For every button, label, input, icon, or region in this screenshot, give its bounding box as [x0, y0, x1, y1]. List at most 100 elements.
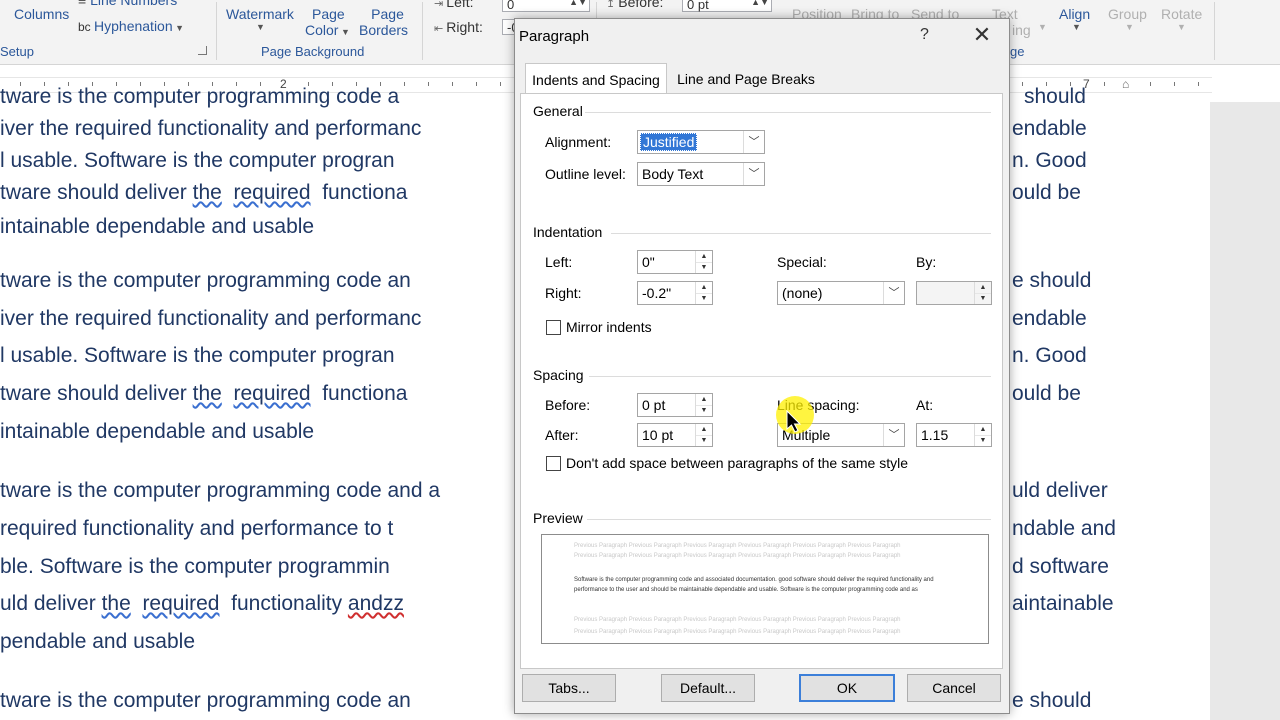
- spacing-before-label: Before:: [545, 397, 591, 413]
- cancel-button[interactable]: Cancel: [907, 674, 1001, 702]
- document-line: required functionality and performance t…: [0, 517, 394, 540]
- page-color-label-1: Page: [312, 6, 345, 22]
- page-color-button[interactable]: Page Color ▼: [305, 6, 350, 38]
- preview-following-paragraph: Previous Paragraph Previous Paragraph Pr…: [574, 629, 901, 635]
- ok-button[interactable]: OK: [799, 674, 895, 702]
- spin-down-icon[interactable]: ▼: [696, 435, 712, 446]
- arrange-group-label: ge: [1010, 44, 1025, 59]
- ruler-tick: [476, 82, 477, 86]
- page-borders-button[interactable]: Page Borders: [359, 6, 408, 38]
- spinner-buttons[interactable]: ▲ ▼: [974, 282, 991, 304]
- document-line-end: ould be: [1012, 382, 1081, 405]
- preview-sample-text: Software is the computer programming cod…: [574, 577, 934, 593]
- page-setup-launcher[interactable]: [198, 46, 207, 55]
- section-divider: [585, 112, 991, 113]
- document-line: ble. Software is the computer programmin: [0, 555, 390, 578]
- spinner-buttons[interactable]: ▲ ▼: [974, 424, 991, 446]
- ruler-tick: [1150, 82, 1151, 86]
- indentation-section-label: Indentation: [533, 224, 603, 240]
- columns-button[interactable]: Columns: [14, 6, 69, 22]
- document-line-end: endable: [1012, 307, 1087, 330]
- spinner-buttons[interactable]: ▲ ▼: [695, 424, 712, 446]
- spinner-buttons[interactable]: ▲ ▼: [695, 282, 712, 304]
- spinner-buttons[interactable]: ▲ ▼: [695, 251, 712, 273]
- align-button[interactable]: Align: [1059, 6, 1090, 22]
- ruler-tick: [428, 82, 429, 86]
- special-select[interactable]: (none) ﹀: [777, 281, 905, 305]
- watermark-button[interactable]: Watermark: [226, 6, 294, 22]
- indent-left-ribbon-input[interactable]: 0 ▲▼: [502, 0, 590, 12]
- alignment-label: Alignment:: [545, 134, 612, 150]
- document-line: l usable. Software is the computer progr…: [0, 149, 395, 172]
- document-line: uld deliver the required functionality a…: [0, 592, 404, 615]
- chevron-down-icon: ▼: [338, 27, 350, 37]
- spin-down-icon[interactable]: ▼: [975, 293, 991, 304]
- spacing-after-input[interactable]: 10 pt ▲ ▼: [637, 423, 713, 447]
- indent-left-value: 0": [642, 254, 655, 270]
- spin-down-icon[interactable]: ▼: [696, 405, 712, 416]
- outline-level-select[interactable]: Body Text ﹀: [637, 162, 765, 186]
- group-button[interactable]: Group: [1108, 6, 1147, 22]
- tab-indents-and-spacing[interactable]: Indents and Spacing: [525, 63, 667, 95]
- indent-right-input[interactable]: -0.2" ▲ ▼: [637, 281, 713, 305]
- hyphenation-label: Hyphenation: [94, 18, 173, 34]
- spinner-buttons[interactable]: ▲ ▼: [695, 394, 712, 416]
- mirror-indents-label[interactable]: Mirror indents: [566, 319, 652, 335]
- close-icon[interactable]: ✕: [967, 22, 997, 48]
- ruler-tick: [452, 82, 453, 86]
- spacing-after-value: 10 pt: [642, 427, 674, 443]
- paragraph-dialog: Paragraph ? ✕ Indents and Spacing Line a…: [514, 18, 1010, 714]
- chevron-down-icon: ▼: [1125, 22, 1134, 32]
- document-line-end: endable: [1012, 117, 1087, 140]
- document-line-end: should: [1024, 85, 1086, 108]
- tab-line-and-page-breaks[interactable]: Line and Page Breaks: [671, 63, 821, 93]
- paragraph-preview: Previous Paragraph Previous Paragraph Pr…: [541, 534, 989, 644]
- alignment-value: Justified: [640, 133, 698, 151]
- document-line-end: ndable and: [1012, 517, 1116, 540]
- page-setup-group-label: Setup: [0, 44, 34, 59]
- at-label: At:: [916, 397, 934, 413]
- spacing-after-label: After:: [545, 427, 579, 443]
- document-line: tware should deliver the required functi…: [0, 382, 408, 405]
- section-divider: [589, 376, 991, 377]
- spin-down-icon[interactable]: ▼: [975, 435, 991, 446]
- outline-level-label: Outline level:: [545, 166, 626, 182]
- rotate-button[interactable]: Rotate: [1161, 6, 1202, 22]
- preview-following-paragraph: Previous Paragraph Previous Paragraph Pr…: [574, 617, 901, 623]
- at-input[interactable]: 1.15 ▲ ▼: [916, 423, 992, 447]
- indent-left-input[interactable]: 0" ▲ ▼: [637, 250, 713, 274]
- page-borders-label-1: Page: [371, 6, 404, 22]
- watermark-dropdown-icon: ▼: [256, 22, 265, 32]
- section-divider: [611, 233, 991, 234]
- spacing-before-ribbon-input[interactable]: 0 pt ▲▼: [682, 0, 772, 12]
- set-as-default-button[interactable]: Default...: [661, 674, 755, 702]
- spin-icon: ▲▼: [751, 0, 769, 7]
- hyphenation-button[interactable]: bc Hyphenation ▼: [78, 18, 184, 34]
- alignment-select[interactable]: Justified ﹀: [637, 130, 765, 154]
- right-indent-marker-icon[interactable]: ⌂: [1122, 77, 1129, 91]
- indent-right-value: -0.2": [642, 285, 672, 301]
- at-value: 1.15: [921, 427, 949, 443]
- page-color-label-2: Color: [305, 22, 339, 38]
- document-line-end: n. Good: [1012, 344, 1087, 367]
- preview-section-label: Preview: [533, 510, 583, 526]
- line-numbers-button[interactable]: ≡ Line Numbers: [78, 0, 177, 8]
- document-line: tware should deliver the required functi…: [0, 181, 408, 204]
- ruler-tick: [1022, 82, 1023, 86]
- chevron-down-icon: ﹀: [883, 282, 904, 304]
- dont-add-space-checkbox[interactable]: [546, 456, 561, 471]
- by-input[interactable]: ▲ ▼: [916, 281, 992, 305]
- spacing-before-input[interactable]: 0 pt ▲ ▼: [637, 393, 713, 417]
- spin-down-icon[interactable]: ▼: [696, 262, 712, 273]
- spin-down-icon[interactable]: ▼: [696, 293, 712, 304]
- dont-add-space-label[interactable]: Don't add space between paragraphs of th…: [566, 455, 908, 471]
- special-value: (none): [782, 285, 823, 301]
- chevron-down-icon: ▼: [1177, 22, 1186, 32]
- hyphenation-icon: bc: [78, 20, 95, 34]
- document-line: l usable. Software is the computer progr…: [0, 344, 395, 367]
- help-button[interactable]: ?: [920, 26, 929, 44]
- mirror-indents-checkbox[interactable]: [546, 320, 561, 335]
- indent-right-label: ⇤ Right:: [434, 19, 483, 35]
- tabs-button[interactable]: Tabs...: [522, 674, 616, 702]
- spacing-before-label: ↥ Before:: [606, 0, 664, 10]
